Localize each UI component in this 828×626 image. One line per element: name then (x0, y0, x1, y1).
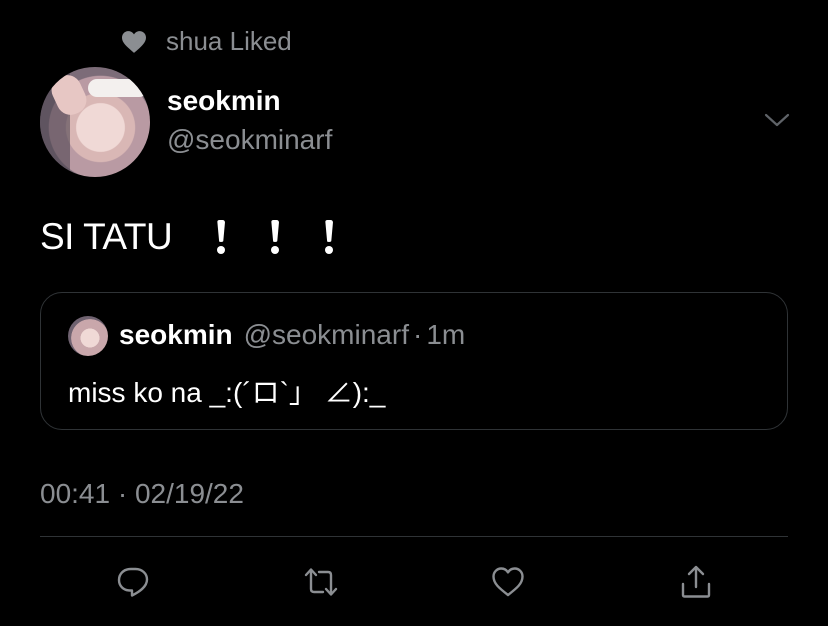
tweet-text: SI TATU (40, 216, 334, 258)
retweet-icon (304, 568, 338, 596)
social-context: shua Liked (120, 26, 292, 57)
like-icon (492, 567, 524, 597)
retweet-button[interactable] (299, 560, 343, 604)
author-handle[interactable]: @seokminarf (167, 123, 332, 157)
heart-icon (122, 30, 146, 53)
quoted-avatar[interactable] (68, 316, 108, 356)
share-button[interactable] (674, 560, 718, 604)
quoted-tweet[interactable]: seokmin @seokminarf · 1m miss ko na _:(´… (40, 292, 788, 430)
divider (40, 536, 788, 537)
chevron-down-icon[interactable] (764, 112, 790, 128)
quoted-header: seokmin @seokminarf · 1m (119, 319, 465, 351)
like-button[interactable] (486, 560, 530, 604)
quoted-text: miss ko na _:(´ロ`」 ∠):_ (68, 377, 386, 408)
quoted-time: 1m (426, 319, 466, 350)
exclamation-emoji (324, 220, 334, 254)
action-bar (0, 560, 828, 604)
tweet-body: SI TATU (40, 216, 173, 257)
author-avatar[interactable] (40, 67, 150, 177)
author-name[interactable]: seokmin (167, 85, 332, 117)
quoted-author-name: seokmin (119, 319, 233, 350)
reply-button[interactable] (111, 560, 155, 604)
quoted-author-handle: @seokminarf (243, 319, 409, 350)
quoted-separator: · (412, 319, 423, 350)
exclamation-emoji (216, 220, 226, 254)
exclamation-emoji (270, 220, 280, 254)
tweet-timestamp[interactable]: 00:41 · 02/19/22 (40, 478, 244, 510)
reply-icon (117, 567, 149, 597)
social-context-text: shua Liked (166, 26, 292, 56)
author-info[interactable]: seokmin @seokminarf (167, 85, 332, 157)
share-icon (681, 565, 711, 598)
